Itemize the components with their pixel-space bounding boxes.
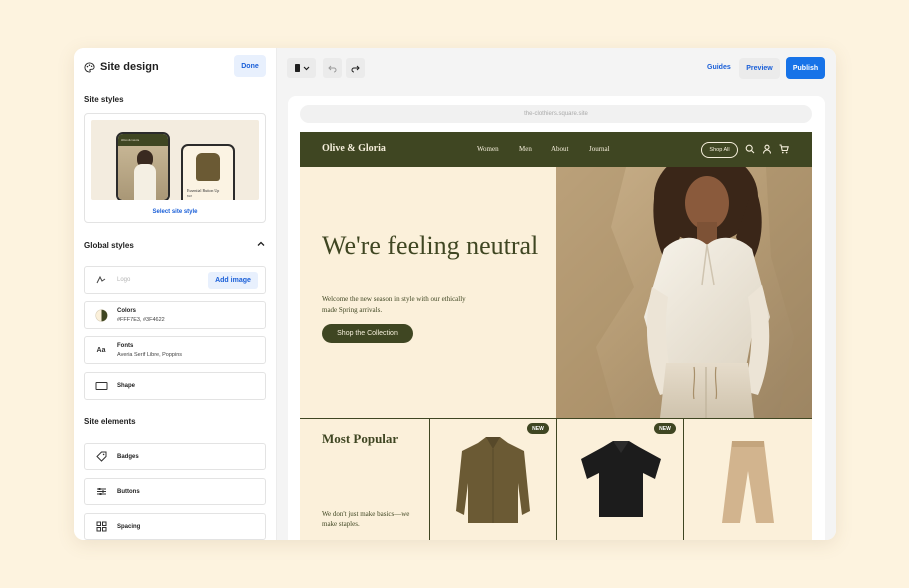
- colors-value: #FFF7E3, #3F4622: [117, 316, 165, 323]
- chevron-up-icon[interactable]: [256, 239, 266, 249]
- logo-placeholder: Logo: [117, 277, 131, 283]
- product-card[interactable]: [684, 419, 811, 540]
- nav-link-about[interactable]: About: [551, 145, 569, 153]
- tag-icon: [93, 449, 109, 465]
- shop-collection-button[interactable]: Shop the Collection: [322, 324, 413, 343]
- site-brand[interactable]: Olive & Gloria: [322, 143, 386, 154]
- thumbnail-shirt-image: [196, 153, 220, 181]
- nav-link-men[interactable]: Men: [519, 145, 532, 153]
- thumbnail-phone-home: Olive & Gloria: [116, 132, 170, 200]
- site-design-app: Site design Done Site styles Olive & Glo…: [74, 48, 836, 540]
- hero-title: We're feeling neutral: [322, 231, 539, 260]
- search-icon[interactable]: [745, 144, 755, 154]
- beige-trousers-image: [722, 441, 774, 523]
- publish-button[interactable]: Publish: [786, 57, 825, 79]
- most-popular-section: Most Popular We don't just make basics—w…: [300, 418, 812, 540]
- olive-shirt-image: [456, 437, 530, 523]
- most-popular-title: Most Popular: [322, 431, 399, 446]
- shop-all-button[interactable]: Shop All: [701, 142, 738, 158]
- device-toggle-button[interactable]: [287, 58, 316, 78]
- hero-subtitle: Welcome the new season in style with our…: [322, 295, 466, 314]
- site-style-thumbnail: Olive & Gloria Essential Button Up $98: [91, 120, 259, 200]
- sliders-icon: [93, 484, 109, 500]
- thumbnail-product-name: Essential Button Up: [187, 188, 220, 193]
- logo-edit-icon: [93, 272, 109, 288]
- account-icon[interactable]: [762, 144, 772, 154]
- new-badge: NEW: [654, 423, 676, 434]
- sidebar-header: Site design Done: [84, 55, 267, 78]
- most-popular-intro: Most Popular We don't just make basics—w…: [300, 419, 430, 540]
- site-element-spacing[interactable]: Spacing: [84, 513, 266, 540]
- hero-model-photo: [556, 167, 812, 418]
- site-element-buttons[interactable]: Buttons: [84, 478, 266, 505]
- site-url-bar: the-clothiers.square.site: [300, 105, 812, 123]
- site-preview[interactable]: Olive & Gloria Women Men About Journal S…: [300, 132, 812, 540]
- site-element-label: Buttons: [117, 488, 140, 495]
- fonts-title: Fonts: [117, 342, 134, 349]
- global-styles-heading: Global styles: [84, 241, 134, 250]
- site-element-label: Badges: [117, 453, 139, 460]
- guides-link[interactable]: Guides: [707, 64, 731, 71]
- hero-section: We're feeling neutral Welcome the new se…: [300, 167, 812, 418]
- product-card[interactable]: NEW: [430, 419, 557, 540]
- preview-canvas: the-clothiers.square.site Olive & Gloria…: [288, 96, 825, 540]
- site-elements-heading: Site elements: [84, 417, 136, 426]
- site-element-label: Spacing: [117, 523, 141, 530]
- shape-rectangle-icon: [93, 378, 109, 394]
- sidebar-title: Site design: [100, 61, 159, 73]
- site-styles-heading: Site styles: [84, 95, 124, 104]
- mobile-device-icon: [294, 64, 309, 72]
- preview-button[interactable]: Preview: [739, 58, 780, 79]
- editor-main: Guides Preview Publish the-clothiers.squ…: [277, 48, 836, 540]
- thumbnail-product-price: $98: [187, 194, 193, 198]
- hero-text-panel: We're feeling neutral Welcome the new se…: [300, 167, 556, 418]
- thumbnail-phone-product: Essential Button Up $98: [181, 144, 235, 200]
- colors-row[interactable]: Colors #FFF7E3, #3F4622: [84, 301, 266, 329]
- redo-icon: [351, 65, 360, 72]
- black-polo-image: [581, 441, 661, 517]
- site-design-sidebar: Site design Done Site styles Olive & Glo…: [74, 48, 277, 540]
- site-navbar: Olive & Gloria Women Men About Journal S…: [300, 132, 812, 167]
- select-site-style-link[interactable]: Select site style: [85, 209, 265, 215]
- cart-icon[interactable]: [779, 144, 789, 154]
- fonts-value: Averia Serif Libre, Poppins: [117, 351, 183, 358]
- fonts-row[interactable]: Aa Fonts Averia Serif Libre, Poppins: [84, 336, 266, 364]
- thumbnail-hero-image: [118, 146, 168, 200]
- add-image-button[interactable]: Add image: [208, 272, 258, 289]
- font-aa-icon: Aa: [96, 346, 106, 354]
- palette-icon: [84, 61, 95, 73]
- redo-button[interactable]: [346, 58, 365, 78]
- nav-link-journal[interactable]: Journal: [589, 145, 610, 153]
- colors-title: Colors: [117, 307, 137, 314]
- logo-row[interactable]: Logo Add image: [84, 266, 266, 294]
- new-badge: NEW: [527, 423, 549, 434]
- done-button[interactable]: Done: [234, 55, 266, 77]
- undo-icon: [328, 65, 337, 72]
- grid-icon: [93, 519, 109, 535]
- colors-swatch-icon: [93, 307, 109, 323]
- thumbnail-brand: Olive & Gloria: [118, 134, 168, 146]
- site-style-card[interactable]: Olive & Gloria Essential Button Up $98 S…: [84, 113, 266, 223]
- site-element-badges[interactable]: Badges: [84, 443, 266, 470]
- product-card[interactable]: NEW: [557, 419, 684, 540]
- undo-button[interactable]: [323, 58, 342, 78]
- shape-title: Shape: [117, 383, 136, 389]
- nav-link-women[interactable]: Women: [477, 145, 499, 153]
- most-popular-subtitle: We don't just make basics—we make staple…: [322, 510, 410, 528]
- shape-row[interactable]: Shape: [84, 372, 266, 400]
